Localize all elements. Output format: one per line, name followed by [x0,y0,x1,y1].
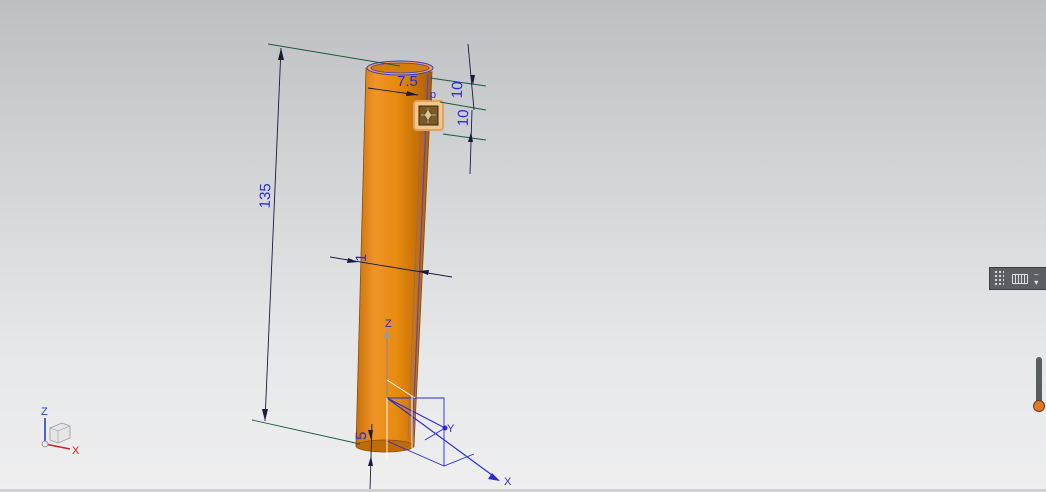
dropdown-icon[interactable]: ▾ [1034,278,1038,287]
csys-x-label: X [504,476,512,488]
dimension-text-bottom[interactable]: 5 [353,431,370,440]
dimension-text-offset[interactable]: 7.5 [397,73,418,90]
triad-z-label: Z [41,406,48,418]
dimension-bottom[interactable]: 5 [353,423,373,491]
csys-z-label: Z [385,318,392,330]
floating-toolbar[interactable]: – ▾ [989,267,1046,290]
dimension-line-height [264,47,282,422]
model-scene[interactable]: 135 7.5 10 10 p 1 5 Z X Y Z X [0,0,1046,492]
dimension-text-wall[interactable]: 1 [353,253,370,262]
square-feature[interactable] [413,100,444,131]
zoom-slider[interactable] [1033,357,1045,412]
dimension-text-top-gap[interactable]: 10 [449,81,467,98]
triad-x-axis [44,443,71,450]
cylinder-bottom-edge [355,439,415,453]
view-triad[interactable]: Z X [41,406,80,457]
graphics-viewport[interactable]: 135 7.5 10 10 p 1 5 Z X Y Z X – ▾ [0,0,1046,492]
zoom-slider-knob[interactable] [1033,400,1045,412]
dimension-symbol: p [430,89,436,101]
keyboard-icon[interactable] [1012,273,1028,284]
triad-x-label: X [72,445,80,457]
grip-icon[interactable] [994,270,1004,287]
dimension-text-box-size[interactable]: 10 [455,109,473,126]
cylinder-bore [370,62,430,74]
extension-line-top [267,43,401,67]
extension-line-bottom [251,419,361,445]
dimension-text-height[interactable]: 135 [257,183,275,209]
csys-y-label: Y [447,423,455,435]
view-cube [49,422,71,444]
